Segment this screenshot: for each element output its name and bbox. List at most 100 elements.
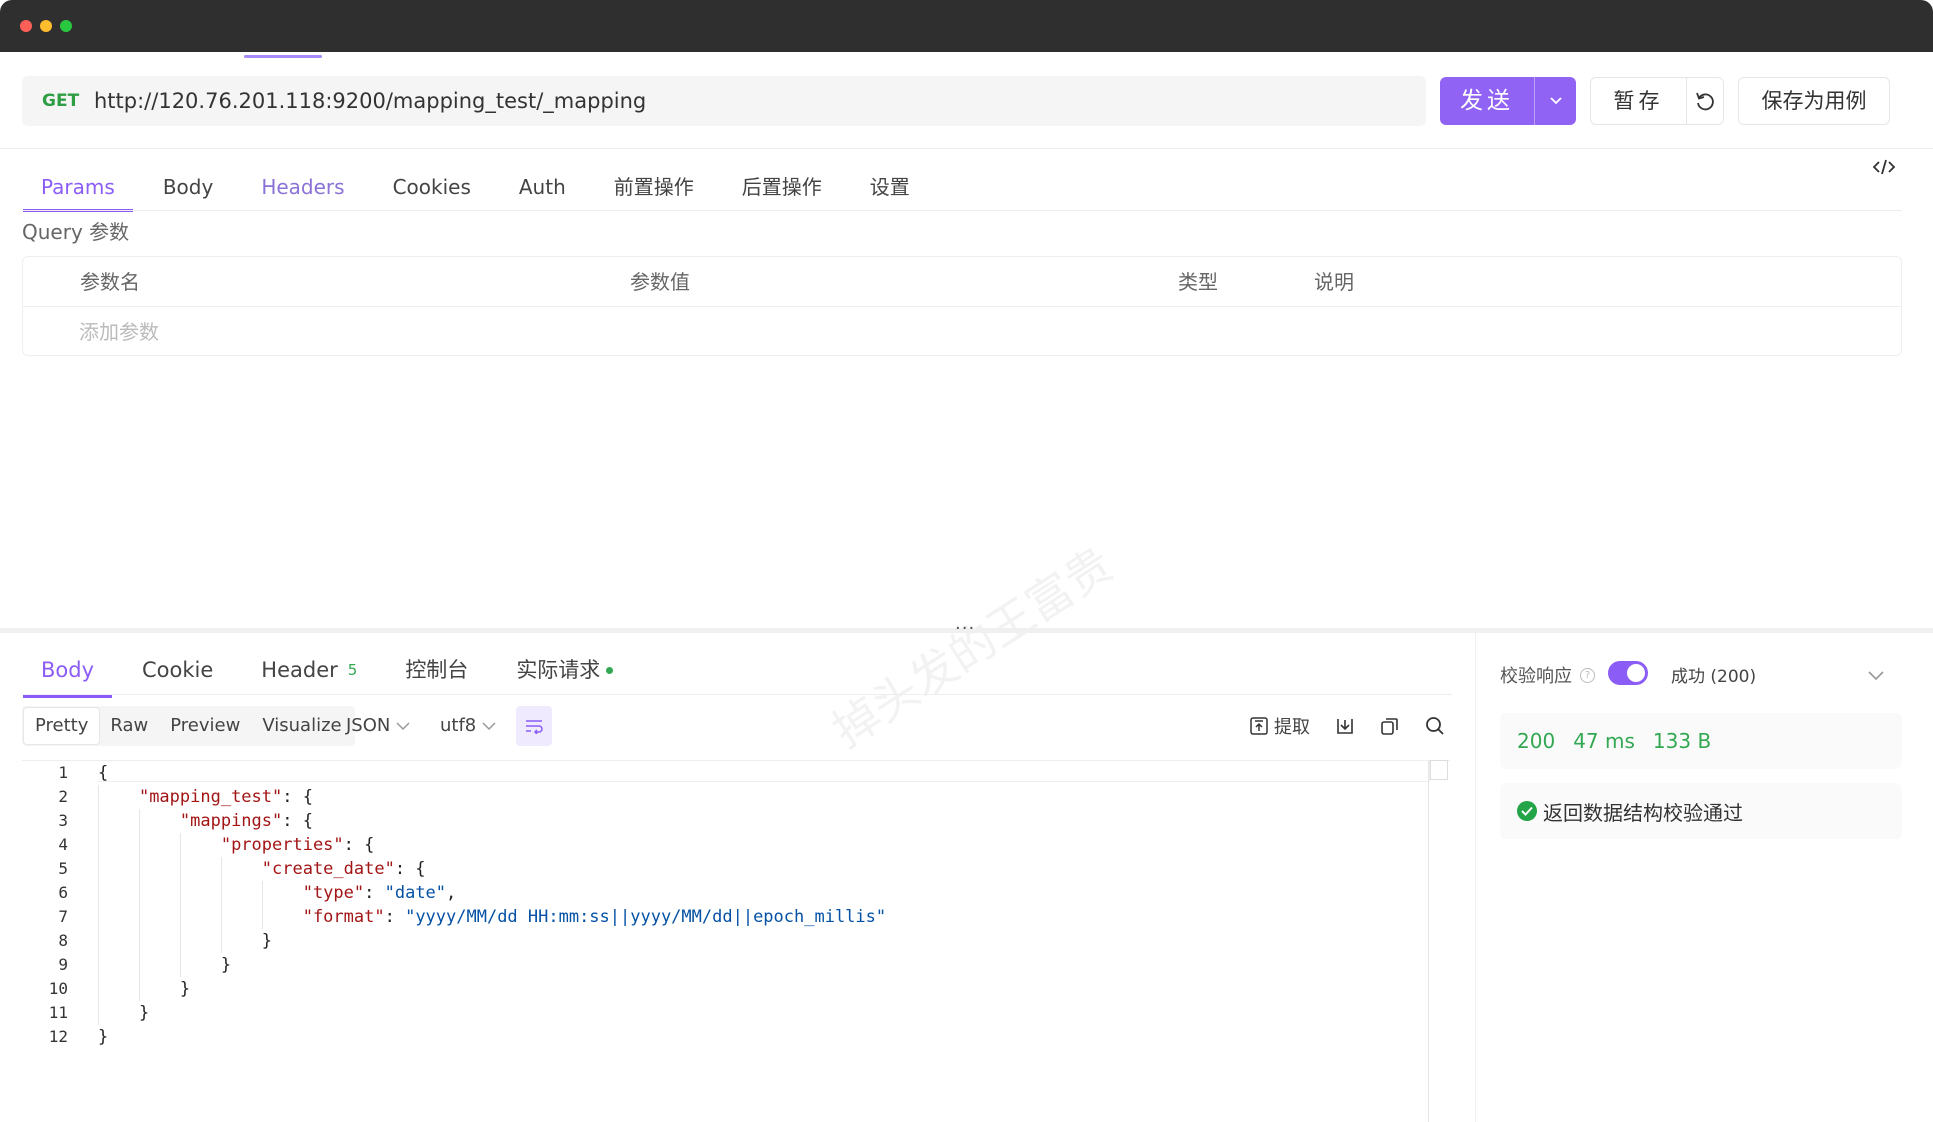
json-key: "mapping_test" — [138, 787, 283, 807]
send-button-label[interactable]: 发送 — [1440, 77, 1534, 125]
format-raw[interactable]: Raw — [99, 708, 159, 744]
params-header-row: 参数名 参数值 类型 说明 — [23, 257, 1901, 307]
code-line: } — [98, 953, 886, 977]
tab-body[interactable]: Body — [163, 156, 214, 210]
save-as-case-button[interactable]: 保存为用例 — [1738, 77, 1890, 125]
tab-actual-request[interactable]: 实际请求 — [516, 642, 614, 698]
json-punct: } — [220, 955, 232, 975]
response-stats: 200 47 ms 133 B — [1500, 713, 1902, 769]
json-punct: } — [179, 979, 191, 999]
line-number: 3 — [58, 811, 68, 830]
chevron-down-icon[interactable] — [1535, 77, 1576, 125]
line-number: 8 — [58, 931, 68, 950]
copy-icon[interactable] — [1380, 712, 1400, 740]
validate-toggle[interactable] — [1608, 661, 1648, 685]
column-header: 参数名 — [80, 270, 140, 294]
tab-auth[interactable]: Auth — [519, 156, 566, 210]
params-table: 参数名 参数值 类型 说明 添加参数 — [22, 256, 1902, 356]
method-selector[interactable]: GET — [42, 91, 94, 111]
line-number: 2 — [58, 787, 68, 806]
tab-cookies[interactable]: Cookies — [393, 156, 471, 210]
json-punct: } — [138, 1003, 150, 1023]
response-tabs: Body Cookie Header 5 控制台 实际请求 — [22, 642, 661, 698]
format-select[interactable]: JSON — [346, 706, 410, 746]
format-select-value: JSON — [346, 715, 391, 736]
line-number: 12 — [48, 1027, 68, 1046]
url-bar[interactable]: GET http://120.76.201.118:9200/mapping_t… — [22, 76, 1426, 126]
json-key: "format" — [302, 907, 385, 927]
download-icon[interactable] — [1335, 712, 1355, 740]
validation-message: 返回数据结构校验通过 — [1543, 800, 1743, 825]
validate-label: 校验响应 — [1500, 666, 1572, 687]
extract-button[interactable]: 提取 — [1250, 712, 1310, 740]
code-line: "mapping_test": { — [98, 785, 886, 809]
tab-pre-ops[interactable]: 前置操作 — [614, 156, 694, 210]
panel-divider — [1475, 632, 1476, 1122]
code-line: "properties": { — [98, 833, 886, 857]
format-pretty[interactable]: Pretty — [24, 708, 100, 744]
editor-scrollbar[interactable] — [1428, 760, 1429, 1122]
response-code-editor[interactable]: 1 2 3 4 5 6 7 8 9 10 11 12 { "mapping_test": { "map… — [22, 760, 1450, 1122]
line-number: 10 — [48, 979, 68, 998]
encoding-select-value: utf8 — [440, 715, 477, 736]
maximize-window-button[interactable] — [60, 20, 72, 32]
json-punct: : — [384, 907, 406, 927]
line-number: 6 — [58, 883, 68, 902]
status-select[interactable]: 成功 (200) — [1671, 662, 1756, 687]
drag-handle-icon[interactable]: ··· — [955, 618, 975, 639]
save-temp-button[interactable]: 暂存 — [1591, 78, 1687, 124]
json-punct: : { — [343, 835, 375, 855]
close-window-button[interactable] — [20, 20, 32, 32]
json-key: "create_date" — [261, 859, 395, 879]
response-size: 133 B — [1652, 729, 1712, 753]
divider — [22, 210, 1902, 211]
send-button[interactable]: 发送 — [1440, 77, 1576, 125]
line-number: 1 — [58, 763, 68, 782]
window-titlebar — [0, 0, 1933, 52]
tab-response-header[interactable]: Header 5 — [261, 642, 357, 698]
code-line: } — [98, 977, 886, 1001]
format-switcher: Pretty Raw Preview Visualize — [22, 706, 355, 746]
tab-headers[interactable]: Headers — [261, 156, 344, 210]
minimize-window-button[interactable] — [40, 20, 52, 32]
indent-guide — [179, 833, 181, 977]
code-line: } — [98, 929, 886, 953]
column-header: 参数值 — [630, 270, 690, 294]
tab-params[interactable]: Params — [23, 156, 133, 212]
minimap-box — [1430, 760, 1448, 780]
json-key: "type" — [302, 883, 365, 903]
tab-settings[interactable]: 设置 — [870, 156, 910, 210]
encoding-select[interactable]: utf8 — [440, 706, 496, 746]
toggle-knob — [1627, 664, 1645, 682]
url-input[interactable]: http://120.76.201.118:9200/mapping_test/… — [94, 89, 646, 113]
chevron-down-icon[interactable] — [1868, 666, 1884, 685]
tab-console[interactable]: 控制台 — [405, 642, 468, 698]
code-content: { "mapping_test": { "mappings": { "prope… — [98, 761, 886, 1049]
format-preview[interactable]: Preview — [159, 708, 251, 744]
chevron-down-icon — [396, 721, 410, 730]
code-icon[interactable] — [1872, 158, 1896, 180]
word-wrap-button[interactable] — [516, 706, 552, 746]
reset-icon[interactable] — [1687, 90, 1723, 112]
tab-response-body[interactable]: Body — [22, 642, 113, 698]
json-punct: : { — [282, 811, 313, 831]
indent-guide — [98, 785, 99, 1025]
help-icon[interactable]: ? — [1580, 667, 1595, 683]
json-punct: : { — [394, 859, 426, 879]
format-visualize[interactable]: Visualize — [251, 708, 352, 744]
code-line: } — [98, 1025, 886, 1049]
line-number: 9 — [58, 955, 68, 974]
tab-label: 实际请求 — [516, 658, 601, 682]
add-param-input[interactable]: 添加参数 — [79, 307, 159, 357]
wrap-icon — [526, 720, 543, 734]
json-string: "yyyy/MM/dd HH:mm:ss||yyyy/MM/dd||epoch_… — [405, 907, 887, 927]
line-number: 11 — [48, 1003, 68, 1022]
extract-label: 提取 — [1274, 717, 1310, 738]
search-icon[interactable] — [1425, 712, 1445, 740]
tab-post-ops[interactable]: 后置操作 — [742, 156, 822, 210]
line-number: 7 — [58, 907, 68, 926]
column-header: 类型 — [1178, 270, 1218, 294]
tab-response-cookie[interactable]: Cookie — [142, 642, 213, 698]
json-key: "mappings" — [179, 811, 283, 831]
divider — [22, 694, 1452, 695]
